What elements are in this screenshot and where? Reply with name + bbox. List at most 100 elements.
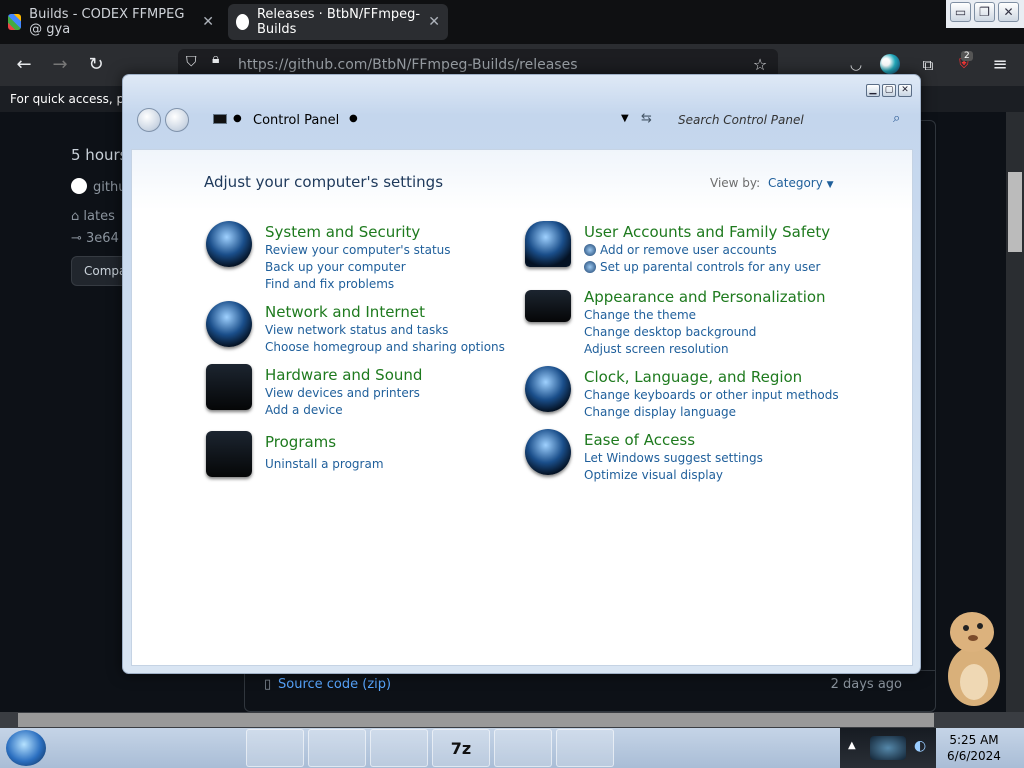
search-icon[interactable]: ⌕: [893, 111, 900, 126]
taskbar-explorer-icon[interactable]: [308, 729, 366, 767]
tray-network-icon[interactable]: [870, 736, 906, 760]
close-window-button[interactable]: ✕: [998, 2, 1019, 22]
tray-volume-icon[interactable]: ◐: [914, 738, 926, 754]
category-link[interactable]: Review your computer's status: [265, 242, 565, 259]
taskbar-notepad-icon[interactable]: [370, 729, 428, 767]
hardware-sound-icon: [206, 364, 252, 410]
category-link[interactable]: Uninstall a program: [265, 456, 565, 473]
category-title[interactable]: Network and Internet: [265, 303, 565, 322]
breadcrumb-separator[interactable]: ●: [349, 113, 358, 124]
taskbar-clock[interactable]: 5:25 AM 6/6/2024: [940, 732, 1008, 764]
control-panel-window: ▁ ▢ ✕ ● Control Panel ● ▼ ⇆ Search Contr…: [122, 74, 921, 674]
category-link[interactable]: Find and fix problems: [265, 276, 565, 293]
cp-forward-button[interactable]: [165, 108, 189, 132]
puzzle-extensions-icon[interactable]: ⧉: [916, 53, 940, 77]
category-link[interactable]: View devices and printers: [265, 385, 565, 402]
category-link[interactable]: View network status and tasks: [265, 322, 565, 339]
horizontal-scroll-thumb[interactable]: [18, 713, 934, 727]
category-link[interactable]: Let Windows suggest settings: [584, 450, 904, 467]
clock-language-icon: [525, 366, 571, 412]
taskbar-network-icon[interactable]: [184, 729, 242, 767]
refresh-icon[interactable]: ⇆: [641, 111, 652, 126]
shield-icon: ⛉: [186, 54, 197, 70]
taskbar-firefox-icon[interactable]: [246, 729, 304, 767]
vertical-scrollbar[interactable]: [1006, 112, 1024, 712]
category-link[interactable]: Change display language: [584, 404, 904, 421]
category-title[interactable]: Appearance and Personalization: [584, 288, 904, 307]
category-network-internet: Network and Internet View network status…: [206, 301, 565, 356]
source-code-link[interactable]: Source code (zip): [278, 677, 391, 692]
tab-codex-builds[interactable]: Builds - CODEX FFMPEG @ gya ✕: [0, 4, 222, 40]
appearance-icon: [525, 290, 571, 322]
release-tag[interactable]: ⌂ lates: [71, 209, 115, 224]
release-commit[interactable]: ⊸ 3e64: [71, 231, 119, 246]
category-title[interactable]: Hardware and Sound: [265, 366, 565, 385]
link-text: Set up parental controls for any user: [600, 260, 821, 274]
cp-minimize-button[interactable]: ▁: [866, 84, 880, 97]
close-tab-icon[interactable]: ✕: [428, 14, 440, 30]
horizontal-scrollbar[interactable]: [0, 712, 1024, 728]
address-dropdown-icon[interactable]: ▼: [621, 113, 629, 124]
commit-icon: ⊸: [71, 231, 87, 246]
parental-bullet-icon: [584, 261, 596, 273]
taskbar-7zip-icon[interactable]: 7z: [432, 729, 490, 767]
category-link[interactable]: Change desktop background: [584, 324, 904, 341]
taskbar-media-player-icon[interactable]: [120, 729, 178, 767]
cp-close-button[interactable]: ✕: [898, 84, 912, 97]
breadcrumb-control-panel[interactable]: Control Panel: [253, 113, 339, 128]
close-tab-icon[interactable]: ✕: [202, 14, 214, 30]
github-favicon-icon: [236, 14, 249, 30]
browser-tab-strip: Builds - CODEX FFMPEG @ gya ✕ Releases ·…: [0, 0, 1024, 44]
cp-address-bar: ● Control Panel ● ▼ ⇆ Search Control Pan…: [133, 105, 913, 135]
category-link[interactable]: Add or remove user accounts: [584, 242, 904, 259]
ease-of-access-icon: [525, 429, 571, 475]
extension-badge: 2: [961, 51, 973, 61]
back-arrow-icon[interactable]: ←: [12, 53, 36, 77]
minimize-button[interactable]: ▭: [950, 2, 971, 22]
menu-hamburger-icon[interactable]: ≡: [988, 53, 1012, 77]
release-author[interactable]: githu: [71, 178, 126, 195]
extension-icon[interactable]: [880, 54, 900, 74]
restore-button[interactable]: ❐: [974, 2, 995, 22]
category-title[interactable]: Ease of Access: [584, 431, 904, 450]
category-link[interactable]: Choose homegroup and sharing options: [265, 339, 565, 356]
taskbar-monitor-icon[interactable]: [494, 729, 552, 767]
category-title[interactable]: Programs: [265, 433, 565, 452]
reload-icon[interactable]: ↻: [84, 53, 108, 77]
lock-icon: 🔒︎: [212, 51, 220, 67]
cp-back-button[interactable]: [137, 108, 161, 132]
tab-releases[interactable]: Releases · BtbN/FFmpeg-Builds ✕: [228, 4, 448, 40]
category-link[interactable]: Adjust screen resolution: [584, 341, 904, 358]
hamster-mascot-icon: [948, 612, 1000, 706]
category-title[interactable]: Clock, Language, and Region: [584, 368, 904, 387]
category-title[interactable]: User Accounts and Family Safety: [584, 223, 904, 242]
taskbar-control-panel-icon[interactable]: [556, 729, 614, 767]
user-bullet-icon: [584, 244, 596, 256]
page-title: Adjust your computer's settings: [204, 173, 444, 191]
view-by-dropdown[interactable]: Category ▼: [768, 176, 834, 190]
start-button[interactable]: [6, 730, 46, 766]
category-link[interactable]: Change the theme: [584, 307, 904, 324]
category-link[interactable]: Back up your computer: [265, 259, 565, 276]
cp-maximize-button[interactable]: ▢: [882, 84, 896, 97]
clock-time: 5:25 AM: [949, 733, 999, 747]
category-link[interactable]: Set up parental controls for any user: [584, 259, 904, 276]
category-link[interactable]: Optimize visual display: [584, 467, 904, 484]
window-controls: ▭ ❐ ✕: [946, 0, 1024, 28]
forward-arrow-icon[interactable]: →: [48, 53, 72, 77]
tray-expand-icon[interactable]: ▲: [848, 740, 856, 751]
category-title[interactable]: System and Security: [265, 223, 565, 242]
search-control-panel-input[interactable]: Search Control Panel: [678, 113, 804, 127]
category-link[interactable]: Change keyboards or other input methods: [584, 387, 904, 404]
cp-window-controls: ▁ ▢ ✕: [866, 84, 912, 97]
system-security-icon: [206, 221, 252, 267]
taskbar-app-icon[interactable]: [60, 729, 118, 767]
zip-file-icon: ▯: [264, 677, 272, 692]
tab-title: Releases · BtbN/FFmpeg-Builds: [256, 7, 421, 37]
vertical-scroll-thumb[interactable]: [1008, 172, 1022, 252]
category-appearance: Appearance and Personalization Change th…: [525, 288, 904, 358]
category-system-security: System and Security Review your computer…: [206, 221, 565, 293]
category-link[interactable]: Add a device: [265, 402, 565, 419]
tag-icon: ⌂: [71, 209, 84, 224]
asset-time: 2 days ago: [830, 677, 902, 692]
